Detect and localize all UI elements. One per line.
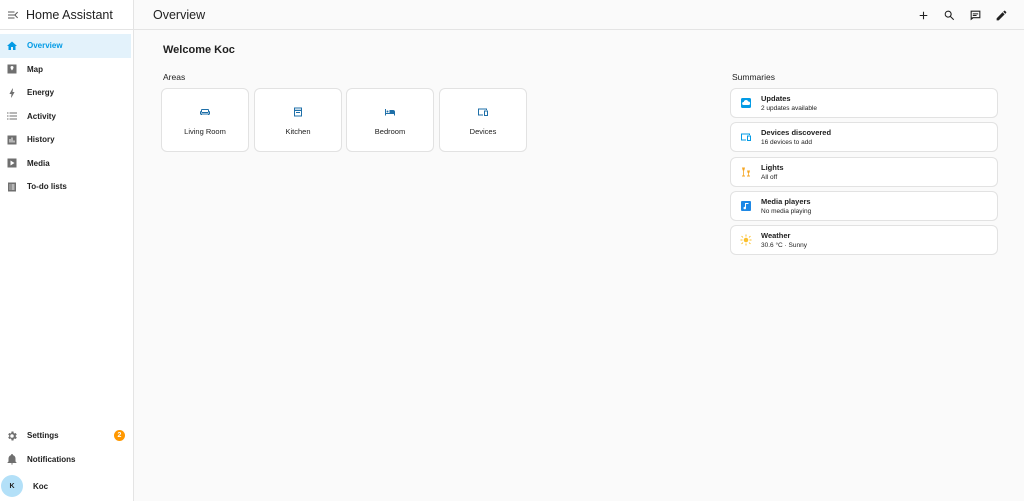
pencil-icon: [996, 10, 1006, 20]
sidebar-item-activity[interactable]: Activity: [0, 105, 133, 129]
sidebar-item-todo[interactable]: To-do lists: [0, 175, 133, 199]
sidebar-item-history[interactable]: History: [0, 128, 133, 152]
summary-title: Media players: [761, 196, 811, 206]
area-label: Bedroom: [374, 126, 406, 136]
sidebar-item-label: Activity: [27, 111, 56, 121]
sidebar-item-overview[interactable]: Overview: [0, 34, 131, 58]
avatar: K: [1, 475, 23, 497]
user-name: Koc: [33, 481, 49, 491]
stove-icon: [292, 105, 304, 117]
comment-icon: [970, 10, 980, 20]
areas-heading: Areas: [163, 72, 186, 82]
gear-icon: [0, 430, 24, 442]
add-button[interactable]: [910, 2, 936, 28]
sidebar-item-media[interactable]: Media: [0, 152, 133, 176]
bell-icon: [0, 453, 24, 465]
sidebar-item-label: Settings: [27, 431, 59, 441]
clipboard-list-icon: [0, 181, 24, 193]
summary-subtitle: No media playing: [761, 207, 812, 215]
area-card-devices[interactable]: Devices: [439, 88, 527, 152]
lightning-icon: [0, 87, 24, 99]
assist-button[interactable]: [962, 2, 988, 28]
summary-card-media-players[interactable]: Media players No media playing: [730, 191, 998, 221]
summary-title: Updates: [761, 93, 791, 103]
sidebar-item-label: Map: [27, 64, 43, 74]
bed-icon: [384, 105, 396, 117]
chart-icon: [0, 134, 24, 146]
sidebar-item-label: To-do lists: [27, 182, 67, 192]
area-label: Kitchen: [285, 126, 311, 136]
sidebar-item-map[interactable]: Map: [0, 58, 133, 82]
summaries-heading: Summaries: [732, 72, 775, 82]
summary-card-weather[interactable]: Weather 30.6 °C · Sunny: [730, 225, 998, 255]
music-box-icon: [739, 199, 753, 213]
summary-subtitle: 2 updates available: [761, 104, 818, 112]
summary-card-updates[interactable]: Updates 2 updates available: [730, 88, 998, 118]
sidebar-item-energy[interactable]: Energy: [0, 81, 133, 105]
sidebar-item-label: Media: [27, 158, 50, 168]
welcome-heading: Welcome Koc: [163, 44, 235, 56]
sidebar-bottom: Settings 2 Notifications K Koc: [0, 424, 133, 501]
sidebar-item-label: Energy: [27, 88, 55, 98]
sidebar-item-settings[interactable]: Settings 2: [0, 424, 133, 448]
area-label: Living Room: [184, 126, 226, 136]
sidebar-item-label: History: [27, 135, 55, 145]
summary-subtitle: 30.6 °C · Sunny: [761, 241, 807, 249]
summary-title: Weather: [761, 230, 791, 240]
summary-card-lights[interactable]: Lights All off: [730, 157, 998, 187]
plus-icon: [919, 11, 927, 19]
sidebar: Home Assistant Overview Map Energy Activ…: [0, 0, 134, 501]
update-cloud-icon: [739, 96, 753, 110]
app-title: Home Assistant: [26, 7, 113, 22]
sofa-icon: [199, 105, 211, 117]
lamps-icon: [739, 165, 753, 179]
home-icon: [0, 40, 24, 52]
menu-open-icon: [8, 11, 18, 18]
map-icon: [0, 63, 24, 75]
summary-title: Lights: [761, 162, 784, 172]
summary-title: Devices discovered: [761, 127, 832, 137]
area-card-living-room[interactable]: Living Room: [161, 88, 249, 152]
list-icon: [0, 110, 24, 122]
summary-card-devices-discovered[interactable]: Devices discovered 16 devices to add: [730, 122, 998, 152]
edit-button[interactable]: [988, 2, 1014, 28]
area-label: Devices: [469, 126, 497, 136]
toolbar-actions: [910, 0, 1014, 30]
top-bar: Overview: [134, 0, 1024, 30]
area-card-kitchen[interactable]: Kitchen: [254, 88, 342, 152]
search-button[interactable]: [936, 2, 962, 28]
settings-badge: 2: [114, 430, 125, 441]
devices-icon: [477, 105, 489, 117]
area-card-bedroom[interactable]: Bedroom: [346, 88, 434, 152]
sun-icon: [739, 233, 753, 247]
sidebar-item-label: Notifications: [27, 454, 76, 464]
sidebar-user[interactable]: K Koc: [0, 471, 133, 501]
play-box-icon: [0, 157, 24, 169]
sidebar-header: Home Assistant: [0, 0, 133, 30]
page-title: Overview: [153, 7, 206, 22]
summary-subtitle: 16 devices to add: [761, 138, 812, 146]
search-icon: [944, 10, 954, 20]
sidebar-nav: Overview Map Energy Activity History Med…: [0, 34, 133, 199]
collapse-menu-button[interactable]: [0, 0, 26, 30]
devices-icon: [739, 130, 753, 144]
sidebar-item-notifications[interactable]: Notifications: [0, 448, 133, 472]
summary-subtitle: All off: [761, 173, 778, 181]
sidebar-item-label: Overview: [27, 41, 63, 51]
